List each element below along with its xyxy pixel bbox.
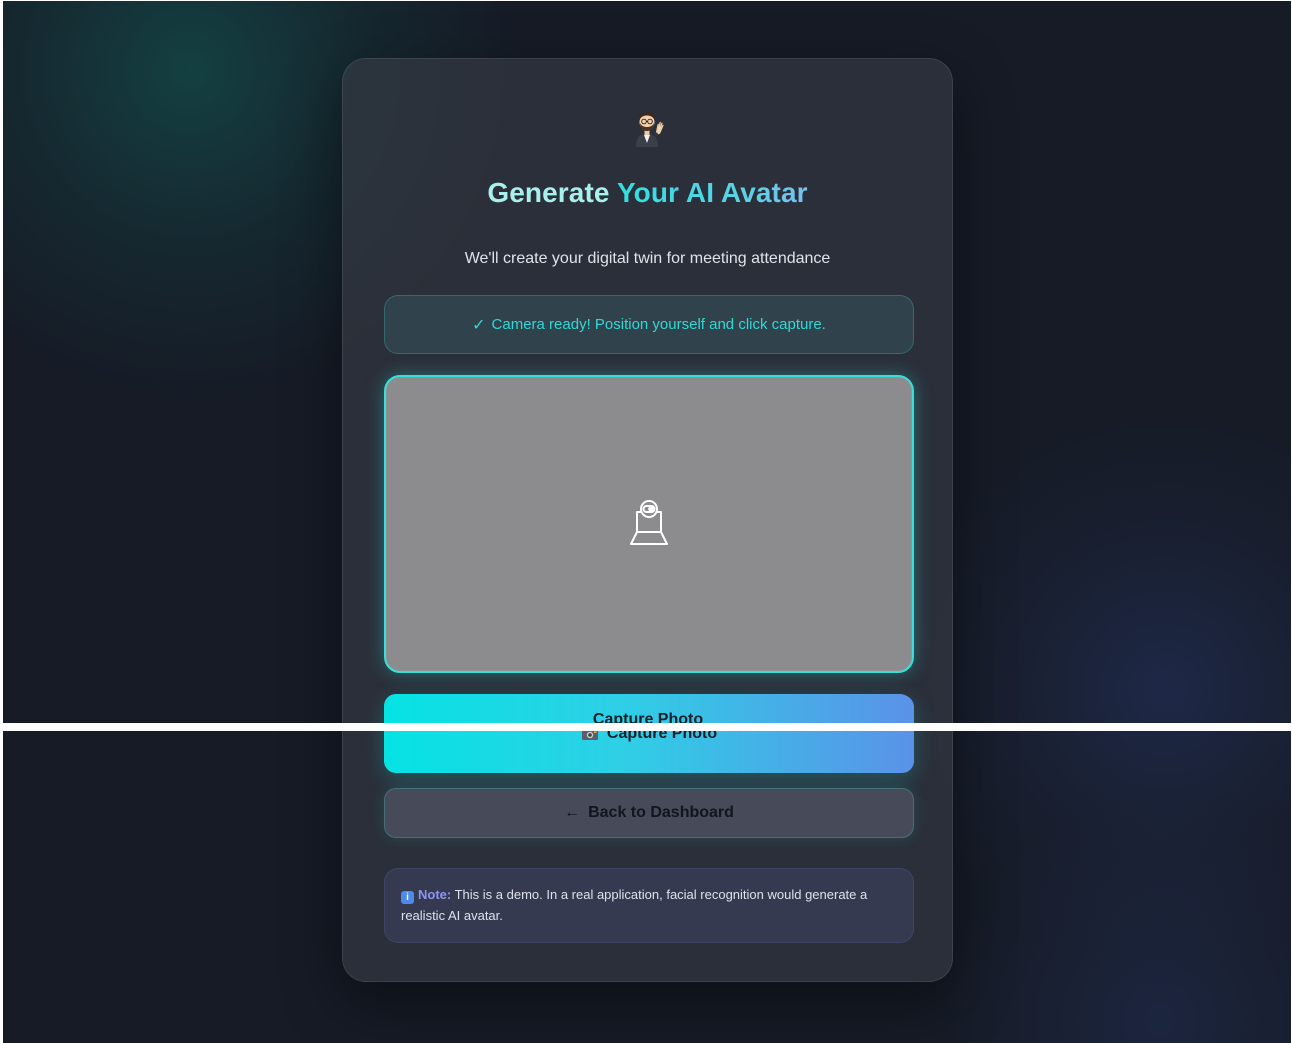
camera-status-text: Camera ready! Position yourself and clic…	[491, 316, 826, 333]
back-to-dashboard-label: Back to Dashboard	[588, 804, 734, 821]
avatar-generation-panel: Generate Your AI Avatar We'll create you…	[342, 58, 953, 982]
page-subtitle: We'll create your digital twin for meeti…	[464, 250, 831, 267]
back-to-dashboard-button[interactable]: ← Back to Dashboard	[384, 788, 914, 838]
capture-photo-label-duplicate: Capture Photo	[592, 711, 704, 723]
screenshot-seam	[0, 723, 1292, 731]
camera-preview	[384, 375, 914, 673]
webcam-icon	[630, 500, 668, 545]
arrow-left-icon: ←	[564, 804, 581, 821]
check-icon: ✓	[472, 316, 486, 334]
note-label: Note:	[418, 887, 452, 902]
person-waving-icon	[635, 111, 664, 147]
page-title-part2: Your AI Avatar	[616, 177, 808, 208]
info-icon: i	[401, 891, 414, 904]
capture-photo-button-duplicate: Capture Photo	[384, 694, 912, 723]
page-title-part1: Generate	[487, 177, 610, 208]
note-text: This is a demo. In a real application, f…	[401, 887, 868, 923]
camera-status-message: ✓ Camera ready! Position yourself and cl…	[384, 295, 914, 354]
demo-note: i Note: This is a demo. In a real applica…	[384, 868, 914, 943]
page-title: Generate Your AI Avatar	[343, 171, 952, 215]
